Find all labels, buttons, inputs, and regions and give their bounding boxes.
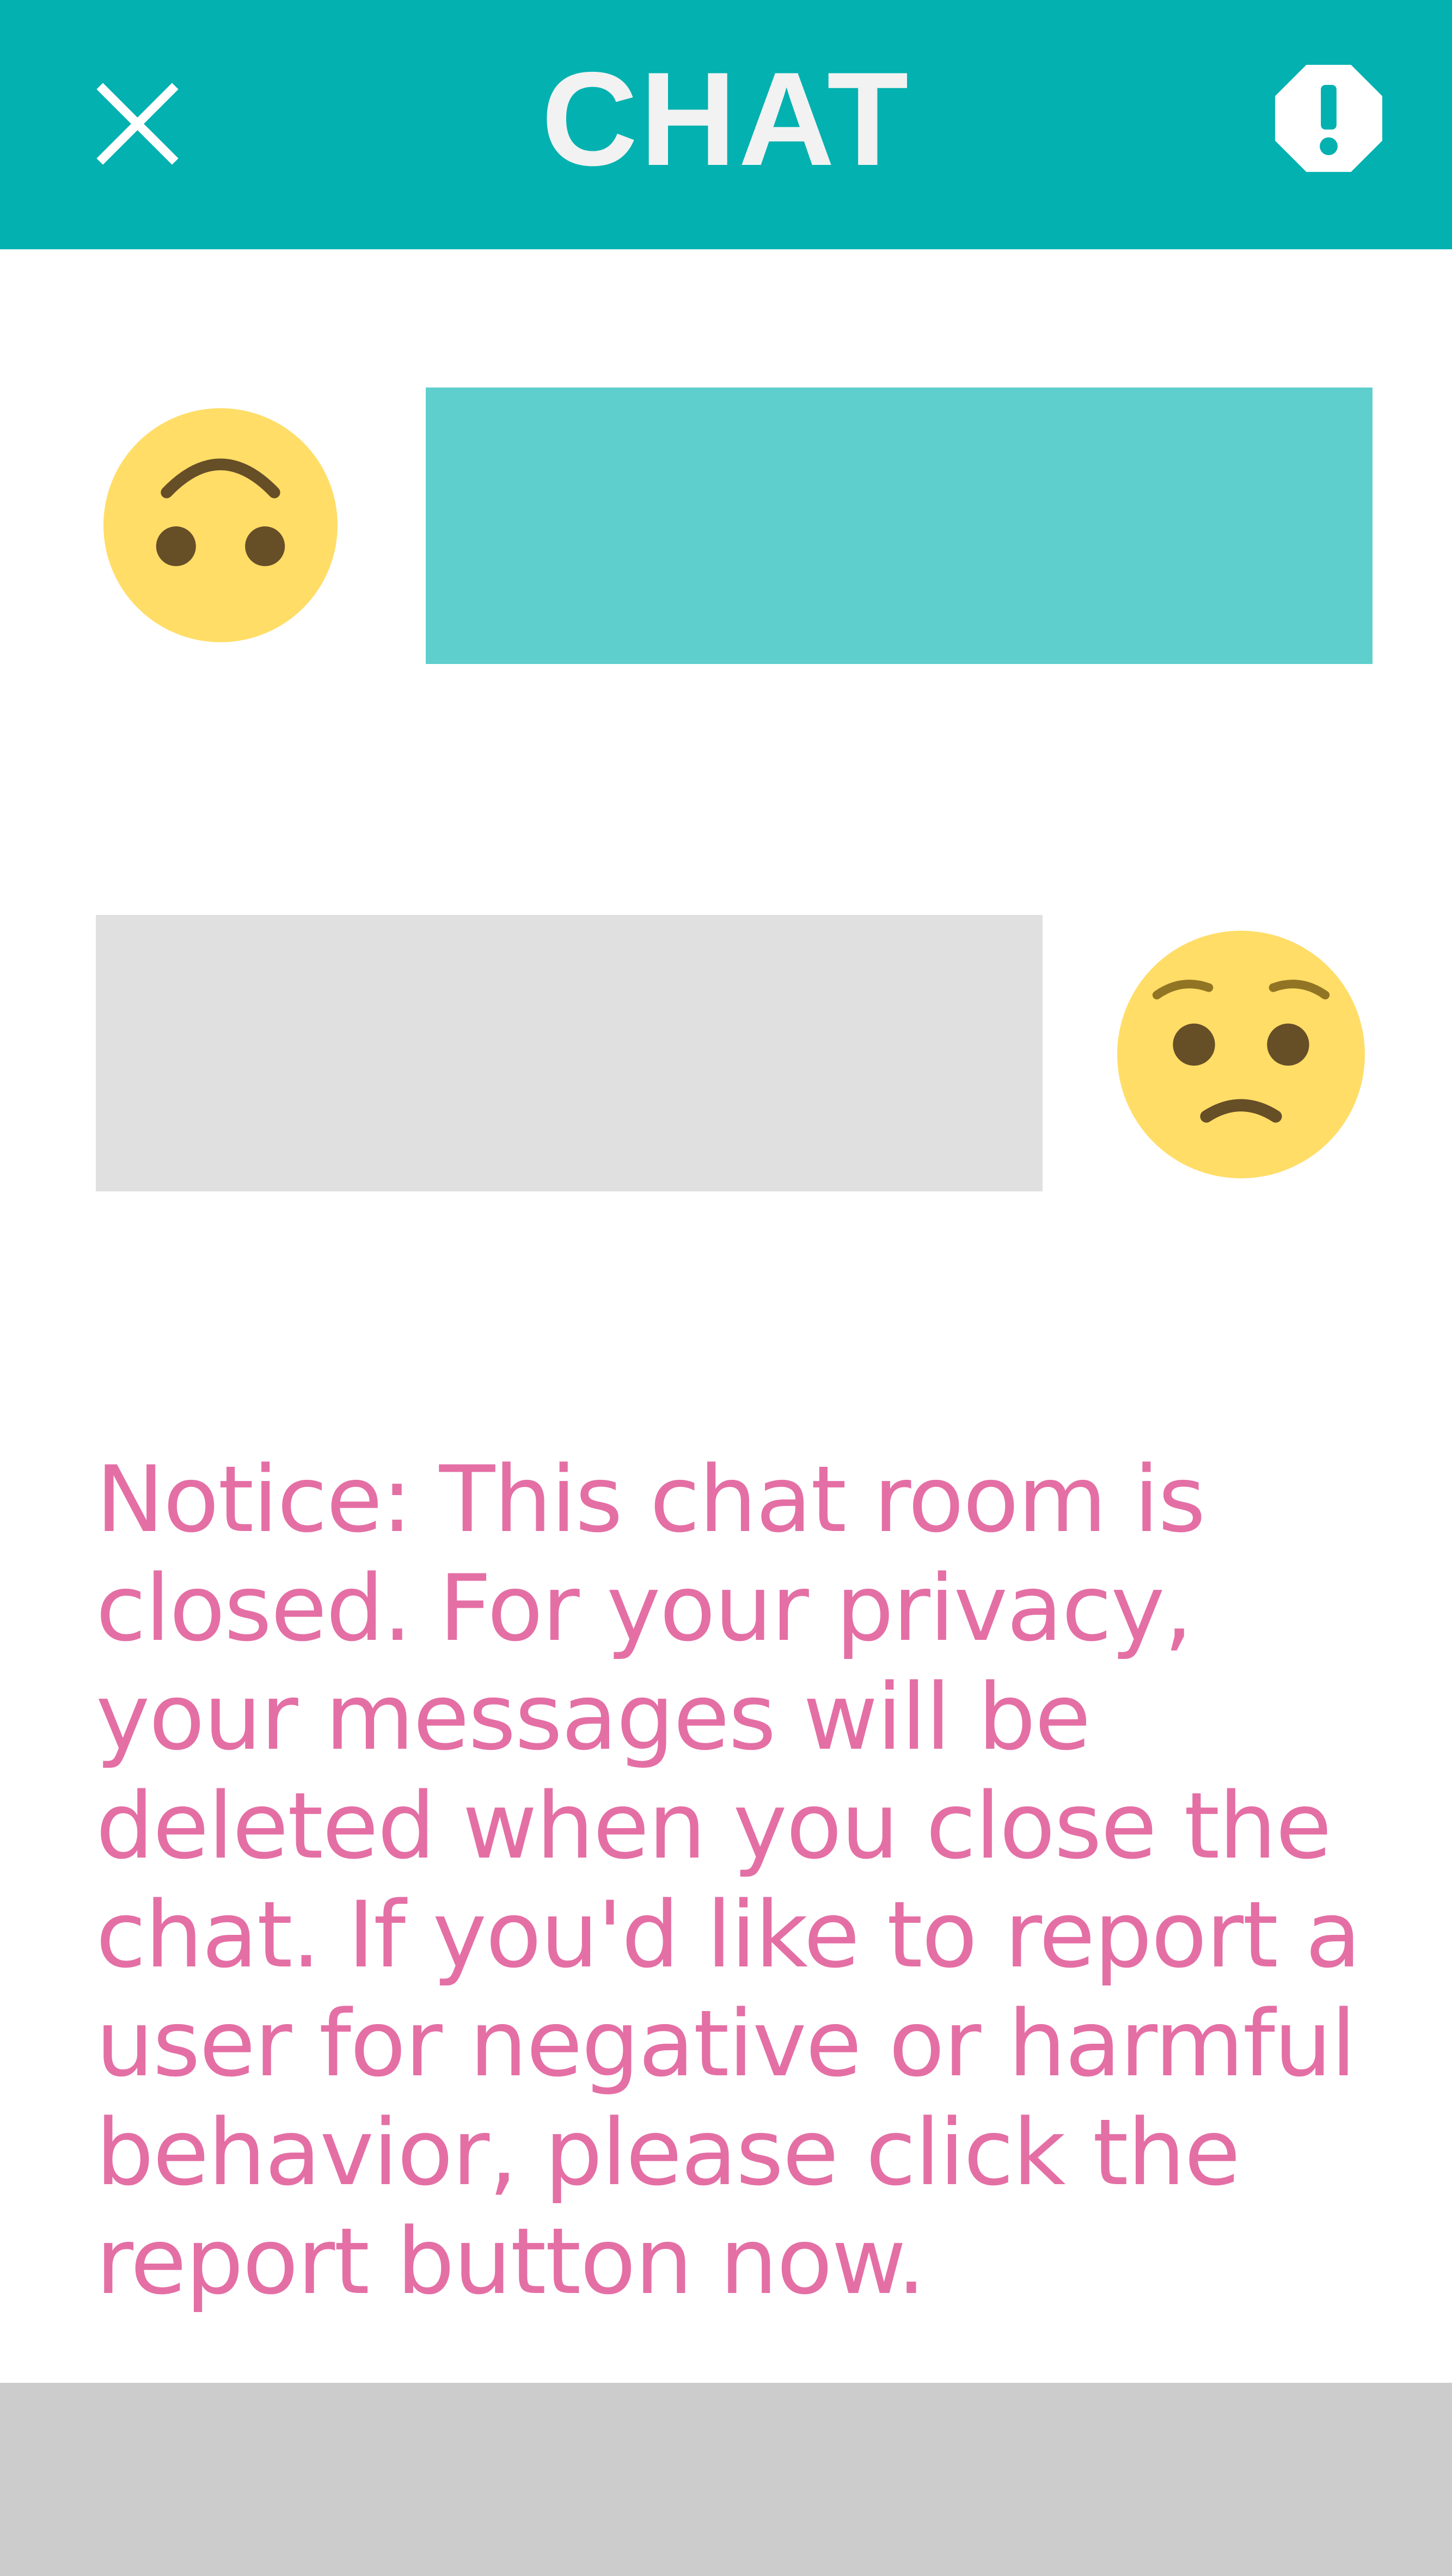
outgoing-message-bubble <box>96 915 1043 1191</box>
incoming-message-bubble <box>426 388 1373 664</box>
chat-closed-notice: Notice: This chat room is closed. For yo… <box>96 1446 1361 2315</box>
report-button[interactable] <box>1273 63 1384 174</box>
footer-bar <box>0 2383 1452 2576</box>
report-octagon-icon <box>1275 65 1382 172</box>
page-title: CHAT <box>541 44 911 193</box>
worried-face-emoji <box>1117 931 1365 1178</box>
header-bar: CHAT <box>0 0 1452 249</box>
upside-down-face-emoji <box>103 408 338 642</box>
